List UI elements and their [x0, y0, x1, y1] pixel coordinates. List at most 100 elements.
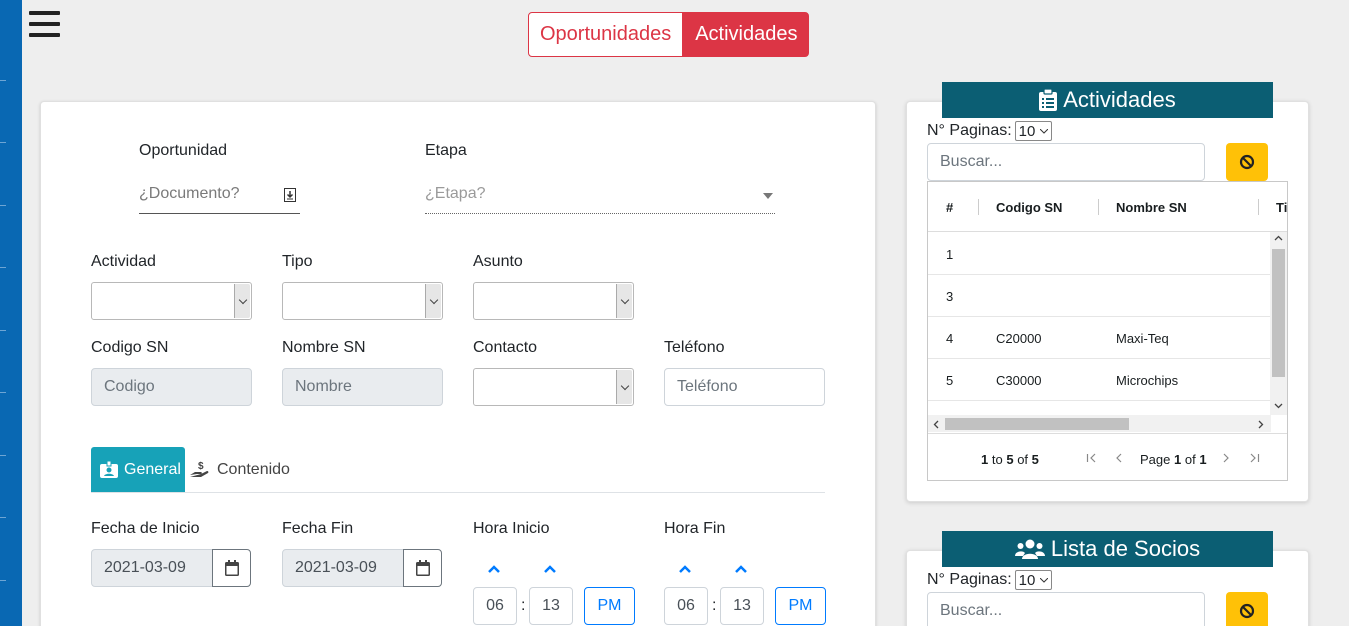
fecha-fin-input[interactable]: 2021-03-09 — [282, 549, 404, 587]
chevron-down-icon — [1040, 577, 1049, 583]
actividades-button[interactable]: Actividades — [683, 12, 810, 57]
activity-form-card: Oportunidad ¿Documento? Etapa ¿Etapa? Ac… — [40, 101, 876, 626]
fecha-fin-calendar-button[interactable] — [403, 549, 442, 587]
chevron-down-icon — [616, 284, 632, 318]
grid-header: # Codigo SN Nombre SN Ti — [928, 182, 1287, 232]
page-size-value: 10 — [1018, 122, 1036, 140]
time-colon: : — [712, 597, 717, 614]
hora-inicio-label: Hora Inicio — [473, 520, 550, 537]
sidebar-tick — [0, 517, 6, 518]
view-toggle: Oportunidades Actividades — [528, 12, 810, 57]
hora-fin-minute[interactable]: 13 — [720, 587, 764, 625]
to-word: to — [991, 452, 1003, 467]
socios-search-input[interactable]: Buscar... — [927, 592, 1205, 626]
column-header[interactable]: Ti — [1276, 200, 1287, 215]
hora-fin-label: Hora Fin — [664, 520, 726, 537]
minute-up-icon[interactable] — [735, 563, 747, 575]
users-icon — [1014, 539, 1045, 559]
row-num: 5 — [946, 373, 954, 388]
fecha-inicio-label: Fecha de Inicio — [91, 520, 200, 537]
oportunidades-button[interactable]: Oportunidades — [528, 12, 684, 57]
contacto-select[interactable] — [473, 368, 634, 406]
calendar-icon — [224, 560, 239, 576]
table-row[interactable]: 4 C20000 Maxi-Teq — [928, 317, 1271, 359]
table-row[interactable]: 3 — [928, 275, 1271, 317]
menu-icon[interactable] — [29, 11, 60, 38]
sidebar-tick — [0, 392, 6, 393]
actividad-select[interactable] — [91, 282, 252, 320]
scroll-left-icon[interactable] — [933, 420, 939, 429]
codigo-sn-input: Codigo — [91, 368, 252, 406]
actividades-search-input[interactable]: Buscar... — [927, 143, 1205, 181]
sidebar-tick — [0, 142, 6, 143]
tipo-select[interactable] — [282, 282, 443, 320]
previous-page-icon[interactable] — [1115, 453, 1123, 463]
actividades-clear-button[interactable] — [1226, 143, 1268, 181]
column-header[interactable]: Codigo SN — [996, 200, 1062, 215]
next-page-icon[interactable] — [1222, 453, 1230, 463]
page-of-word: of — [1184, 452, 1196, 467]
page-size-select[interactable]: 10 — [1014, 121, 1053, 141]
scroll-up-icon[interactable] — [1274, 235, 1283, 241]
total-pages: 1 — [1199, 452, 1207, 467]
row-num: 4 — [946, 331, 954, 346]
oportunidad-label: Oportunidad — [139, 142, 228, 159]
oportunidad-placeholder: ¿Documento? — [139, 185, 240, 202]
page-size-select[interactable]: 10 — [1014, 570, 1053, 590]
first-page-icon[interactable] — [1086, 453, 1097, 463]
oportunidad-input[interactable]: ¿Documento? — [139, 177, 300, 214]
table-row[interactable]: 5 C30000 Microchips — [928, 359, 1271, 401]
asunto-label: Asunto — [473, 253, 523, 270]
row-codigo: C20000 — [996, 331, 1042, 346]
chevron-down-icon — [234, 284, 250, 318]
column-divider — [1258, 199, 1259, 215]
fecha-inicio-input[interactable]: 2021-03-09 — [91, 549, 213, 587]
document-select-icon[interactable] — [284, 188, 296, 202]
hora-inicio-meridian-button[interactable]: PM — [584, 587, 635, 625]
npag-label: N° Paginas: — [927, 571, 1012, 588]
etapa-placeholder: ¿Etapa? — [425, 185, 486, 202]
last-page-icon[interactable] — [1249, 453, 1260, 463]
socios-clear-button[interactable] — [1226, 592, 1268, 626]
fecha-inicio-calendar-button[interactable] — [212, 549, 251, 587]
table-row[interactable]: 1 — [928, 233, 1271, 275]
etapa-select[interactable]: ¿Etapa? — [425, 177, 775, 214]
column-header[interactable]: # — [946, 200, 953, 215]
hora-inicio-minute[interactable]: 13 — [529, 587, 573, 625]
actividad-label: Actividad — [91, 253, 156, 270]
tab-divider — [91, 492, 825, 493]
hora-fin-meridian-button[interactable]: PM — [775, 587, 826, 625]
grid-pagination: 1 to 5 of 5 Page 1 of 1 — [928, 433, 1287, 480]
tipo-label: Tipo — [282, 253, 313, 270]
scroll-right-icon[interactable] — [1258, 420, 1264, 429]
hour-up-icon[interactable] — [488, 563, 500, 575]
row-summary: 1 to 5 of 5 — [981, 452, 1039, 467]
asunto-select[interactable] — [473, 282, 634, 320]
hand-holding-dollar-icon: $ — [190, 461, 209, 477]
sidebar-tick — [0, 580, 6, 581]
tab-contenido-label: Contenido — [217, 460, 290, 478]
tab-general[interactable]: General — [91, 447, 185, 492]
scroll-down-icon[interactable] — [1274, 403, 1283, 409]
hora-fin-hour[interactable]: 06 — [664, 587, 708, 625]
vertical-scroll-thumb[interactable] — [1272, 249, 1285, 377]
calendar-icon — [415, 560, 430, 576]
hour-up-icon[interactable] — [679, 563, 691, 575]
column-divider — [978, 199, 979, 215]
nombre-sn-label: Nombre SN — [282, 339, 366, 356]
row-total: 5 — [1031, 452, 1039, 467]
chevron-down-icon — [616, 370, 632, 404]
horizontal-scroll-thumb[interactable] — [945, 418, 1129, 430]
time-colon: : — [521, 597, 526, 614]
telefono-input[interactable]: Teléfono — [664, 368, 825, 406]
actividades-panel-header: Actividades — [942, 82, 1273, 118]
of-word: of — [1017, 452, 1029, 467]
chevron-down-icon — [763, 193, 773, 199]
ban-icon — [1239, 154, 1255, 170]
socios-panel-header: Lista de Socios — [942, 531, 1273, 567]
minute-up-icon[interactable] — [544, 563, 556, 575]
row-to: 5 — [1006, 452, 1014, 467]
column-header[interactable]: Nombre SN — [1116, 200, 1187, 215]
tab-contenido[interactable]: $ Contenido — [189, 447, 290, 492]
hora-inicio-hour[interactable]: 06 — [473, 587, 517, 625]
